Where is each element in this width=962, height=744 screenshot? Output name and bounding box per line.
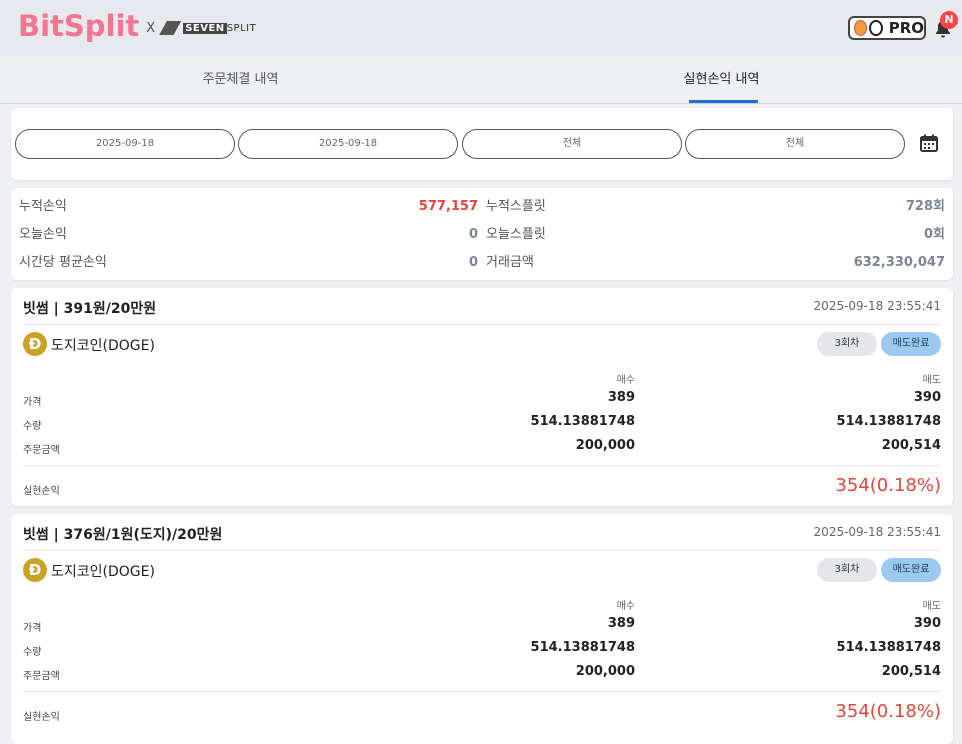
- tab-realized-pnl[interactable]: 실현손익 내역: [481, 56, 962, 104]
- pro-button[interactable]: PRO: [848, 16, 926, 40]
- amount-label: 주문금액: [23, 445, 60, 456]
- pnl-label: 실현손익: [23, 712, 60, 723]
- qty-label: 수량: [23, 647, 42, 658]
- app-header: BitSplit X SEVEN SPLIT PRO N: [0, 0, 962, 56]
- sell-header: 매도: [922, 601, 941, 612]
- cumulative-split-value: 728회: [905, 199, 945, 214]
- bitsplit-logo[interactable]: BitSplit X SEVEN SPLIT: [18, 8, 256, 44]
- tab-bar: 주문체결 내역 실현손익 내역: [0, 56, 962, 104]
- trade-title: 빗썸 | 391원/20만원: [23, 301, 157, 317]
- status-badge: 매도완료: [881, 332, 941, 356]
- pnl-value: 354(0.18%): [835, 701, 941, 722]
- filter-panel: 2025-09-18 2025-09-18 전체 전체: [11, 108, 953, 180]
- status-badge: 매도완료: [881, 558, 941, 582]
- notification-badge: N: [940, 11, 958, 29]
- filter-select-1[interactable]: 전체: [462, 129, 682, 159]
- doge-coin-icon: Ð: [23, 332, 47, 356]
- buy-price: 389: [607, 616, 635, 631]
- divider: [23, 465, 941, 466]
- buy-amount: 200,000: [575, 664, 635, 679]
- logo-x: X: [146, 20, 156, 36]
- partner-prefix: SEVEN: [183, 22, 227, 34]
- logo-text: BitSplit: [18, 9, 140, 43]
- pro-label: PRO: [888, 19, 924, 37]
- panda-icon: [869, 20, 883, 36]
- today-pnl-label: 오늘손익: [19, 227, 67, 242]
- sell-amount: 200,514: [881, 664, 941, 679]
- trade-title: 빗썸 | 376원/1원(도지)/20만원: [23, 527, 223, 543]
- calendar-icon[interactable]: [919, 133, 939, 153]
- price-label: 가격: [23, 623, 42, 634]
- pnl-label: 실현손익: [23, 486, 60, 497]
- filter-select-2[interactable]: 전체: [685, 129, 905, 159]
- slash-icon: [159, 21, 182, 35]
- trade-amount-label: 거래금액: [486, 255, 534, 270]
- qty-label: 수량: [23, 421, 42, 432]
- doge-coin-icon: Ð: [23, 558, 47, 582]
- hourly-avg-label: 시간당 평균손익: [19, 255, 107, 270]
- today-split-label: 오늘스플릿: [486, 227, 546, 242]
- active-tab-indicator: [689, 100, 758, 103]
- trade-time: 2025-09-18 23:55:41: [813, 525, 941, 539]
- trade-time: 2025-09-18 23:55:41: [813, 299, 941, 313]
- round-badge: 3회차: [817, 332, 877, 356]
- today-pnl-value: 0: [468, 227, 478, 242]
- buy-header: 매수: [616, 601, 635, 612]
- round-badge: 3회차: [817, 558, 877, 582]
- buy-amount: 200,000: [575, 438, 635, 453]
- buy-price: 389: [607, 390, 635, 405]
- sell-price: 390: [913, 390, 941, 405]
- tiger-icon: [854, 20, 868, 36]
- pnl-value: 354(0.18%): [835, 475, 941, 496]
- coin-name: 도지코인(DOGE): [51, 564, 155, 580]
- divider: [23, 691, 941, 692]
- divider: [23, 324, 941, 325]
- start-date-picker[interactable]: 2025-09-18: [15, 129, 235, 159]
- divider: [23, 550, 941, 551]
- cumulative-split-label: 누적스플릿: [486, 199, 546, 214]
- summary-panel: 누적손익 577,157 누적스플릿 728회 오늘손익 0 오늘스플릿 0회 …: [11, 188, 953, 280]
- sell-qty: 514.13881748: [836, 414, 941, 429]
- sell-header: 매도: [922, 375, 941, 386]
- price-label: 가격: [23, 397, 42, 408]
- trade-amount-value: 632,330,047: [853, 255, 945, 270]
- buy-header: 매수: [616, 375, 635, 386]
- trade-card[interactable]: 빗썸 | 376원/1원(도지)/20만원 2025-09-18 23:55:4…: [11, 514, 953, 744]
- coin-name: 도지코인(DOGE): [51, 338, 155, 354]
- hourly-avg-value: 0: [468, 255, 478, 270]
- sell-amount: 200,514: [881, 438, 941, 453]
- sevensplit-logo: SEVEN SPLIT: [159, 21, 256, 35]
- buy-qty: 514.13881748: [530, 414, 635, 429]
- trade-card[interactable]: 빗썸 | 391원/20만원 2025-09-18 23:55:41 Ð 도지코…: [11, 288, 953, 506]
- sell-qty: 514.13881748: [836, 640, 941, 655]
- cumulative-pnl-value: 577,157: [418, 199, 478, 214]
- sell-price: 390: [913, 616, 941, 631]
- cumulative-pnl-label: 누적손익: [19, 199, 67, 214]
- amount-label: 주문금액: [23, 671, 60, 682]
- tab-order-history[interactable]: 주문체결 내역: [0, 56, 481, 104]
- today-split-value: 0회: [923, 227, 945, 242]
- partner-suffix: SPLIT: [226, 22, 257, 34]
- buy-qty: 514.13881748: [530, 640, 635, 655]
- end-date-picker[interactable]: 2025-09-18: [238, 129, 458, 159]
